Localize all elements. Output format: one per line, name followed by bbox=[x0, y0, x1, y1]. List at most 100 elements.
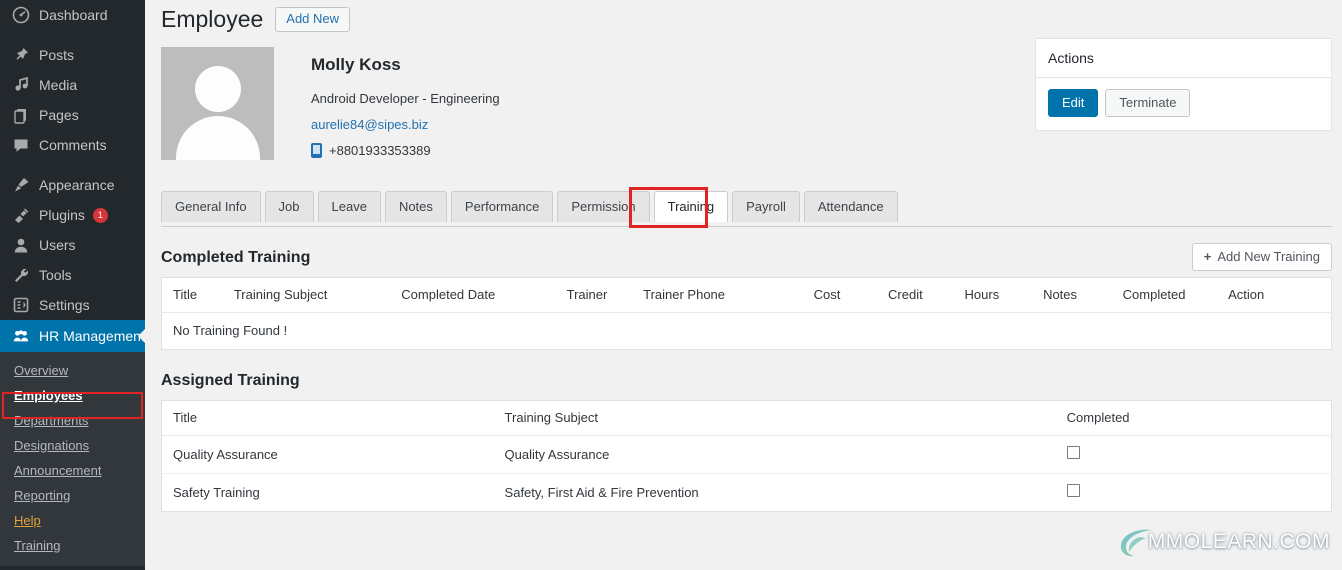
sidebar-item-label: Dashboard bbox=[39, 7, 108, 23]
sidebar-subitem-employees[interactable]: Employees bbox=[0, 383, 145, 408]
table-row: Quality Assurance Quality Assurance bbox=[161, 435, 1332, 474]
add-new-button[interactable]: Add New bbox=[275, 6, 351, 32]
sidebar-separator bbox=[0, 30, 145, 40]
avatar-body-shape bbox=[175, 116, 260, 160]
completed-training-table: Title Training Subject Completed Date Train… bbox=[161, 277, 1332, 350]
assigned-training-subject: Safety, First Aid & Fire Prevention bbox=[504, 484, 699, 500]
column-header-cost: Cost bbox=[813, 277, 889, 313]
sidebar-item-media[interactable]: Media bbox=[0, 70, 145, 100]
sidebar-submenu: Overview Employees Departments Designations… bbox=[0, 352, 145, 566]
column-header-title: Title bbox=[161, 277, 234, 313]
actions-panel-title: Actions bbox=[1036, 39, 1331, 78]
page-header: Employee Add New bbox=[161, 0, 1332, 34]
completed-training-title: Completed Training bbox=[161, 248, 311, 266]
sidebar-item-label: Plugins bbox=[39, 207, 85, 223]
tab-training[interactable]: Training bbox=[653, 191, 729, 222]
column-header-trainer-phone: Trainer Phone bbox=[643, 277, 814, 313]
sidebar-item-pages[interactable]: Pages bbox=[0, 100, 145, 130]
plus-icon: + bbox=[1203, 249, 1212, 264]
main-content: Employee Add New Molly Koss Android Deve… bbox=[145, 0, 1342, 570]
assigned-training-title: Quality Assurance bbox=[161, 435, 505, 474]
completed-checkbox[interactable] bbox=[1066, 484, 1080, 497]
tab-performance[interactable]: Performance bbox=[450, 191, 554, 222]
sidebar-item-label: Appearance bbox=[39, 177, 115, 193]
tab-general-info[interactable]: General Info bbox=[161, 191, 261, 222]
assigned-training-title: Safety Training bbox=[173, 484, 260, 500]
sidebar-item-tools[interactable]: Tools bbox=[0, 260, 145, 290]
employee-details: Molly Koss Android Developer - Engineeri… bbox=[311, 47, 500, 160]
table-row: Safety Training Safety, First Aid & Fire … bbox=[162, 474, 1332, 512]
completed-training-empty-message: No Training Found ! bbox=[173, 323, 288, 338]
sidebar-item-plugins[interactable]: Plugins 1 bbox=[0, 200, 145, 230]
employee-email-link[interactable]: aurelie84@sipes.biz bbox=[311, 116, 428, 133]
settings-icon bbox=[12, 296, 30, 314]
sidebar-item-hr-management[interactable]: HR Management bbox=[0, 320, 146, 352]
pages-icon bbox=[12, 106, 30, 124]
tab-leave[interactable]: Leave bbox=[317, 191, 381, 222]
column-header-credit: Credit bbox=[888, 277, 965, 313]
assigned-training-table: Title Training Subject Completed Quality A… bbox=[161, 400, 1332, 512]
sidebar-subitem-announcement[interactable]: Announcement bbox=[0, 458, 145, 483]
actions-panel-body: Edit Terminate bbox=[1036, 78, 1331, 130]
avatar-head-shape bbox=[194, 66, 241, 112]
assigned-training-subject: Quality Assurance bbox=[504, 435, 1067, 474]
terminate-button[interactable]: Terminate bbox=[1105, 89, 1191, 117]
user-icon bbox=[12, 236, 30, 254]
employee-name: Molly Koss bbox=[311, 55, 401, 74]
group-icon bbox=[12, 327, 30, 345]
completed-training-header-row: Title Training Subject Completed Date Train… bbox=[161, 277, 1332, 313]
assigned-training-header: Assigned Training bbox=[161, 366, 1332, 394]
sidebar-item-label: HR Management bbox=[39, 328, 145, 344]
column-header-training-subject: Training Subject bbox=[504, 400, 1067, 436]
assigned-training-completed-cell bbox=[1066, 435, 1332, 474]
tab-permission[interactable]: Permission bbox=[557, 191, 650, 222]
watermark: MMOLEARN.COM bbox=[1116, 525, 1330, 559]
tab-list: General Info Job Leave Notes Performance Perm… bbox=[161, 191, 1332, 222]
sidebar-item-appearance[interactable]: Appearance bbox=[0, 170, 145, 200]
column-header-completed: Completed bbox=[1122, 277, 1229, 313]
completed-checkbox[interactable] bbox=[1066, 446, 1080, 459]
completed-training-empty-row: No Training Found ! bbox=[162, 313, 1332, 350]
pin-icon bbox=[12, 46, 30, 64]
sidebar-item-label: Pages bbox=[39, 107, 79, 123]
column-header-trainer: Trainer bbox=[566, 277, 644, 313]
sidebar-item-comments[interactable]: Comments bbox=[0, 130, 145, 160]
sidebar-item-users[interactable]: Users bbox=[0, 230, 145, 260]
admin-sidebar: Dashboard Posts Media Pages Comments Appearan… bbox=[0, 0, 146, 570]
sidebar-item-badge: 1 bbox=[92, 207, 108, 223]
mobile-phone-icon bbox=[311, 143, 322, 158]
tab-underline bbox=[161, 226, 1332, 227]
sidebar-item-posts[interactable]: Posts bbox=[0, 40, 145, 70]
admin-page: Dashboard Posts Media Pages Comments Appearan… bbox=[0, 0, 1342, 570]
assigned-training-header-row: Title Training Subject Completed bbox=[161, 400, 1332, 436]
column-header-completed-date: Completed Date bbox=[401, 277, 567, 313]
assigned-training-body: Quality Assurance Quality Assurance Safety… bbox=[161, 435, 1332, 512]
sidebar-subitem-overview[interactable]: Overview bbox=[0, 358, 145, 383]
column-header-completed: Completed bbox=[1066, 400, 1332, 436]
watermark-text: MMOLEARN.COM bbox=[1147, 530, 1330, 553]
tab-notes[interactable]: Notes bbox=[384, 191, 447, 222]
sidebar-subitem-training[interactable]: Training bbox=[0, 533, 145, 558]
employee-role: Android Developer - Engineering bbox=[311, 91, 500, 106]
edit-button[interactable]: Edit bbox=[1048, 89, 1099, 117]
brush-icon bbox=[12, 176, 30, 194]
sidebar-subitem-reporting[interactable]: Reporting bbox=[0, 483, 145, 508]
column-header-title: Title bbox=[161, 400, 505, 436]
sidebar-item-label: Users bbox=[39, 237, 76, 253]
sidebar-item-label: Comments bbox=[39, 137, 107, 153]
sidebar-item-label: Tools bbox=[39, 267, 72, 283]
sidebar-subitem-designations[interactable]: Designations bbox=[0, 433, 145, 458]
tab-payroll[interactable]: Payroll bbox=[732, 191, 800, 222]
sidebar-item-label: Posts bbox=[39, 47, 75, 63]
sidebar-item-settings[interactable]: Settings bbox=[0, 290, 145, 320]
sidebar-item-label: Settings bbox=[39, 297, 90, 313]
column-header-training-subject: Training Subject bbox=[233, 277, 402, 313]
add-new-training-button[interactable]: + Add New Training bbox=[1191, 243, 1332, 271]
tab-attendance[interactable]: Attendance bbox=[803, 191, 898, 222]
sidebar-subitem-help[interactable]: Help bbox=[0, 508, 145, 533]
sidebar-item-dashboard[interactable]: Dashboard bbox=[0, 0, 145, 30]
actions-panel: Actions Edit Terminate bbox=[1035, 38, 1332, 131]
sidebar-subitem-departments[interactable]: Departments bbox=[0, 408, 145, 433]
tab-job[interactable]: Job bbox=[264, 191, 314, 222]
employee-phone: +8801933353389 bbox=[329, 143, 431, 158]
